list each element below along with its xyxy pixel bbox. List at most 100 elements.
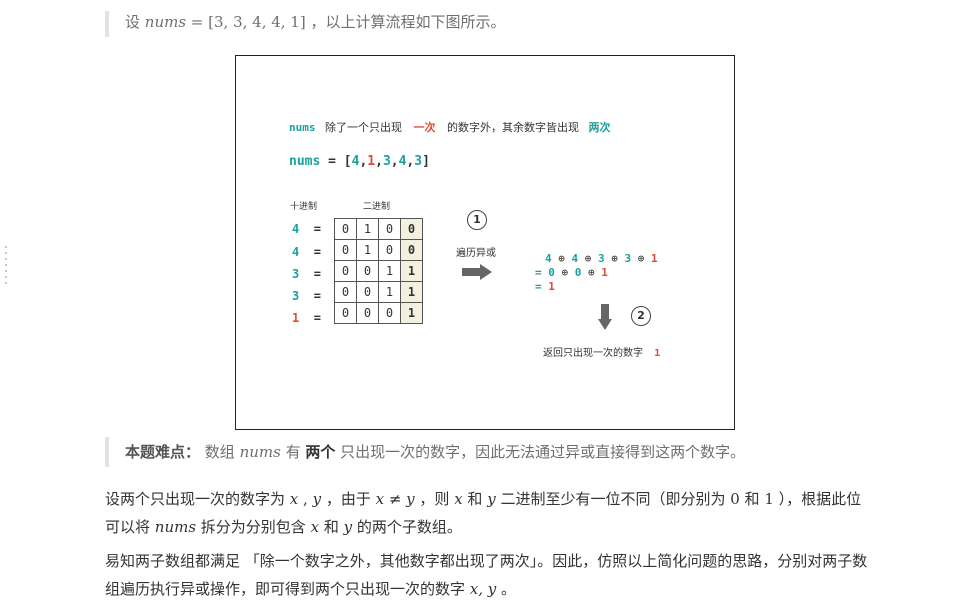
bit-cell: 1 bbox=[378, 260, 401, 282]
row-dec: 4 bbox=[292, 222, 300, 236]
array-comma: , bbox=[390, 154, 399, 169]
xor-result: 1 bbox=[548, 280, 555, 293]
row-eq: = bbox=[313, 311, 321, 325]
explanation-paragraph-2: 易知两子数组都满足 「除一个数字之外，其他数字都出现了两次」。因此，仿照以上简化… bbox=[105, 547, 875, 603]
row-eq: = bbox=[313, 289, 321, 303]
bit-cell: 0 bbox=[356, 302, 379, 324]
math-var: y bbox=[487, 490, 496, 508]
table-row: 0 0 1 1 bbox=[334, 260, 423, 282]
xor-eq: = bbox=[535, 266, 549, 279]
quote-text: 有 bbox=[280, 443, 306, 461]
bit-cell: 0 bbox=[356, 281, 379, 303]
table-row: 0 1 0 0 bbox=[334, 218, 423, 240]
math-var: y bbox=[312, 490, 322, 508]
bit-cell-lowest: 0 bbox=[400, 239, 423, 261]
quote-text-prefix: 设 bbox=[125, 13, 145, 31]
bit-cell: 1 bbox=[356, 239, 379, 261]
right-arrow-icon bbox=[462, 264, 492, 280]
row-eq: = bbox=[313, 267, 321, 281]
bit-cell-lowest: 1 bbox=[400, 260, 423, 282]
step-2-badge: 2 bbox=[631, 306, 651, 326]
xor-operator: ⊕ bbox=[558, 252, 565, 265]
xor-eq: = bbox=[535, 280, 549, 293]
bit-cell: 1 bbox=[356, 218, 379, 240]
result-line: 返回只出现一次的数字 1 bbox=[543, 344, 660, 359]
nums-value: = [3, 3, 4, 4, 1] bbox=[186, 13, 306, 31]
desc-text-2: 的数字外，其余数字皆出现 bbox=[447, 121, 579, 134]
binary-table: 0 1 0 0 0 1 0 0 0 0 1 1 0 0 1 1 0 0 0 1 bbox=[334, 218, 423, 324]
xor-diagram-figure: nums 除了一个只出现 一次 的数字外，其余数字皆出现 两次 nums = [… bbox=[235, 55, 735, 430]
gutter-drag-handle[interactable] bbox=[5, 246, 9, 288]
para-text: 。 bbox=[496, 580, 517, 598]
binary-header: 二进制 bbox=[363, 202, 391, 212]
bit-cell: 0 bbox=[334, 302, 357, 324]
math-var: y bbox=[343, 518, 353, 536]
down-arrow-icon bbox=[598, 304, 612, 330]
bit-cell: 0 bbox=[334, 239, 357, 261]
math-sep: , bbox=[298, 490, 313, 508]
math-expr: x ≠ y bbox=[375, 490, 415, 508]
nums-array-line: nums = [4,1,3,4,3] bbox=[289, 154, 430, 169]
xor-operand: 3 bbox=[598, 252, 605, 265]
xor-operator: ⊕ bbox=[611, 252, 618, 265]
nums-label: nums bbox=[289, 121, 316, 134]
twice-highlight: 两次 bbox=[588, 121, 611, 134]
bit-cell: 0 bbox=[356, 260, 379, 282]
xor-operand: 4 bbox=[571, 252, 579, 265]
array-item: 3 bbox=[414, 154, 423, 169]
row-dec: 1 bbox=[292, 311, 300, 325]
xor-operand: 1 bbox=[651, 252, 658, 265]
nums-label-2: nums bbox=[289, 154, 321, 169]
math-num: 1 bbox=[764, 490, 774, 508]
once-highlight: 一次 bbox=[413, 121, 436, 134]
array-open: = [ bbox=[320, 154, 352, 169]
table-row: 0 0 1 1 bbox=[334, 281, 423, 303]
bit-cell-lowest: 1 bbox=[400, 281, 423, 303]
quote-text: 数组 bbox=[200, 443, 240, 461]
bit-cell: 0 bbox=[378, 218, 401, 240]
xor-operator: ⊕ bbox=[554, 266, 575, 279]
array-item: 1 bbox=[367, 154, 376, 169]
math-var: x bbox=[454, 490, 463, 508]
xor-operator: ⊕ bbox=[581, 266, 602, 279]
xor-operand: 0 bbox=[548, 266, 555, 279]
difficulty-title: 本题难点： bbox=[125, 443, 201, 461]
row-eq: = bbox=[313, 245, 321, 259]
row-label: 1 = bbox=[292, 311, 321, 325]
para-text: 和 bbox=[319, 518, 344, 536]
math-var: x bbox=[310, 518, 320, 536]
step-1-label: 遍历异或 bbox=[456, 248, 496, 259]
array-comma: , bbox=[375, 154, 383, 169]
row-label: 4 = bbox=[292, 222, 321, 236]
row-label: 4 = bbox=[292, 245, 321, 259]
table-row: 0 1 0 0 bbox=[334, 239, 423, 261]
row-dec: 3 bbox=[292, 289, 300, 303]
bit-cell: 0 bbox=[378, 239, 401, 261]
para-text: 的两个子数组。 bbox=[352, 518, 462, 536]
xor-line-2: = 0 ⊕ 0 ⊕ 1 bbox=[535, 266, 608, 279]
row-dec: 4 bbox=[292, 245, 300, 259]
para-text: 和 bbox=[739, 490, 765, 508]
array-item: 3 bbox=[382, 154, 391, 169]
result-label: 返回只出现一次的数字 bbox=[543, 348, 643, 359]
xor-operator: ⊕ bbox=[637, 252, 645, 265]
math-num: 0 bbox=[730, 490, 740, 508]
quote-bold: 两个 bbox=[305, 443, 336, 461]
bit-cell-lowest: 1 bbox=[400, 302, 423, 324]
table-row: 0 0 0 1 bbox=[334, 302, 423, 324]
bit-cell: 0 bbox=[378, 302, 401, 324]
figure-description-line: nums 除了一个只出现 一次 的数字外，其余数字皆出现 两次 bbox=[289, 119, 611, 135]
row-label: 3 = bbox=[292, 289, 321, 303]
bit-cell: 0 bbox=[334, 260, 357, 282]
bit-cell: 1 bbox=[378, 281, 401, 303]
nums-var: nums bbox=[239, 443, 281, 461]
para-text: 二进制至少有一位不同（即分别为 bbox=[495, 490, 731, 508]
math-var: x bbox=[289, 490, 299, 508]
para-text: ，由于 bbox=[321, 490, 376, 508]
step-1-badge: 1 bbox=[467, 210, 487, 230]
para-text: 拆分为分别包含 bbox=[196, 518, 311, 536]
quote-text: 只出现一次的数字，因此无法通过异或直接得到这两个数字。 bbox=[335, 443, 746, 461]
bit-cell: 0 bbox=[334, 281, 357, 303]
intro-quote: 设 nums = [3, 3, 4, 4, 1] ，以上计算流程如下图所示。 bbox=[105, 11, 945, 37]
bit-cell-lowest: 0 bbox=[400, 218, 423, 240]
